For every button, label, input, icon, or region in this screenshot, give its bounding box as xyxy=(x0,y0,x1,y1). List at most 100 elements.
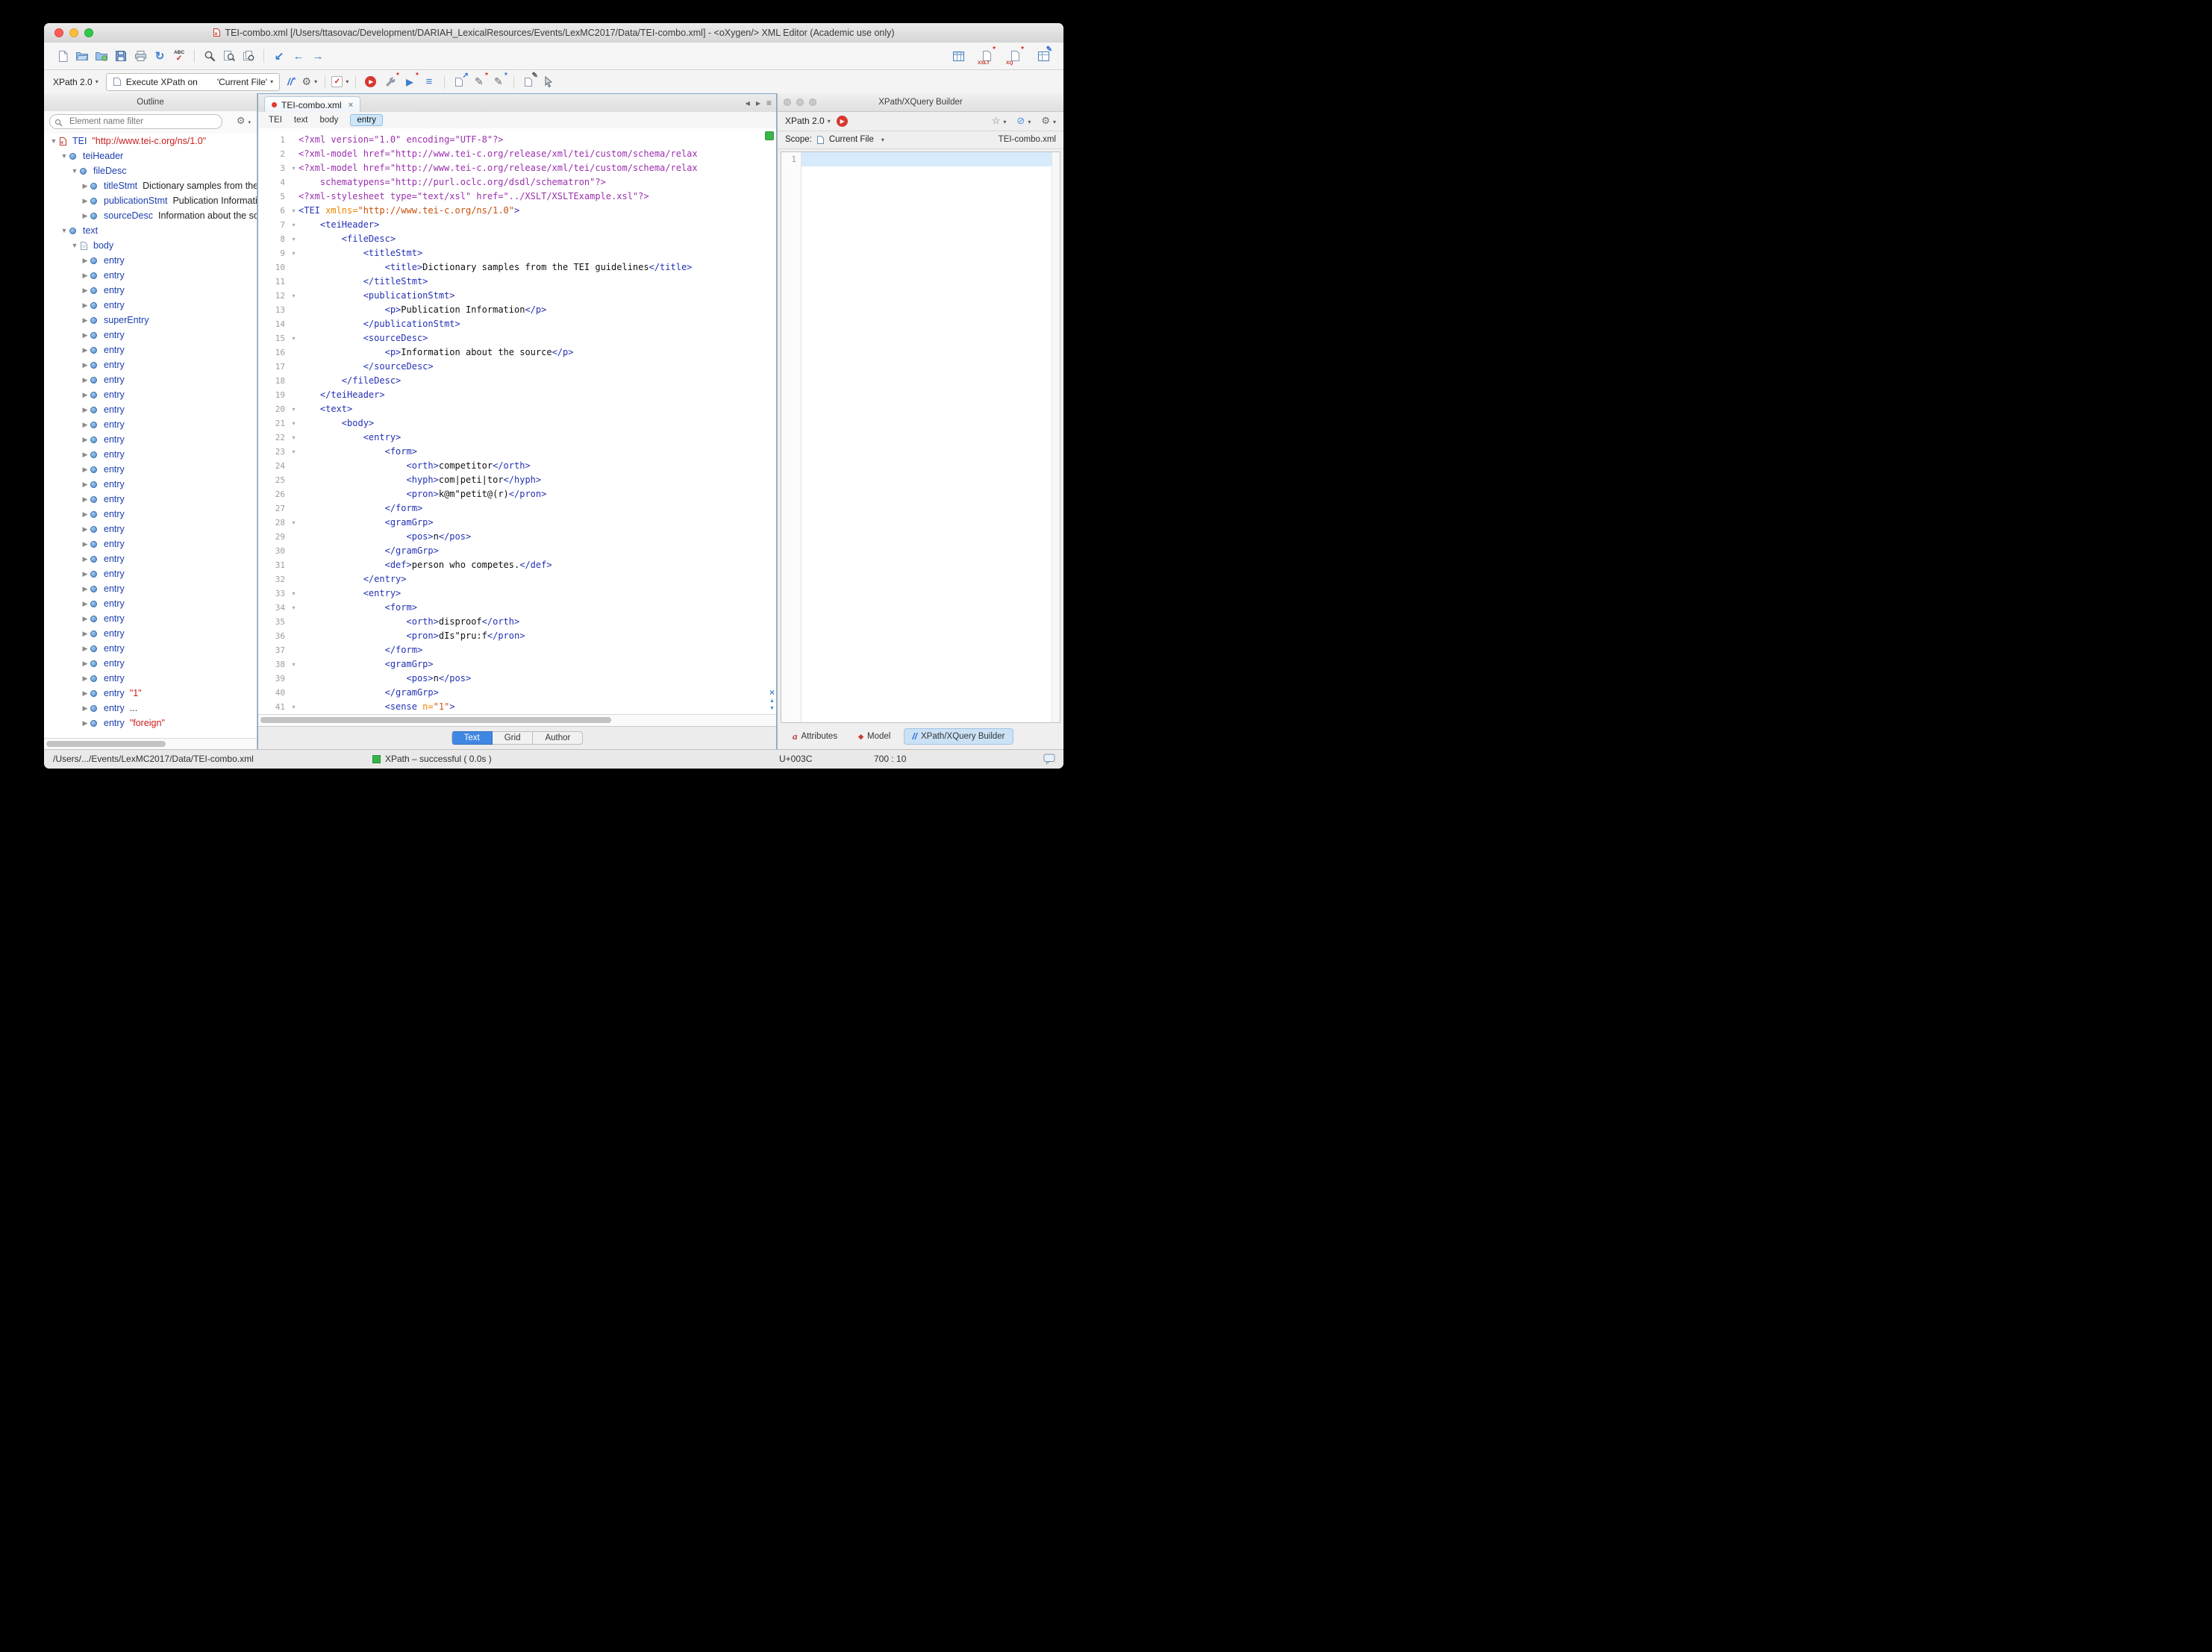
code-line[interactable]: 7▾ <teiHeader> xyxy=(258,218,776,232)
disclosure-closed-icon[interactable]: ▶ xyxy=(80,391,90,399)
outline-item-entry[interactable]: ▶entry xyxy=(44,328,257,342)
navigate-back-button[interactable]: ← xyxy=(289,47,308,65)
feedback-chat-icon[interactable] xyxy=(1043,754,1056,767)
fold-toggle-icon[interactable]: ▾ xyxy=(289,204,299,218)
disclosure-closed-icon[interactable]: ▶ xyxy=(80,182,90,190)
outline-item-entry[interactable]: ▶entry xyxy=(44,581,257,596)
disclosure-open-icon[interactable]: ▼ xyxy=(59,227,69,234)
outline-item-entry[interactable]: ▶entry xyxy=(44,641,257,656)
pointer-tool-button[interactable] xyxy=(539,73,558,91)
disclosure-closed-icon[interactable]: ▶ xyxy=(80,436,90,444)
code-line[interactable]: 33▾ <entry> xyxy=(258,586,776,601)
outline-item-superEntry[interactable]: ▶superEntry xyxy=(44,313,257,328)
spell-check-button[interactable]: ABC✓ xyxy=(169,47,189,65)
breadcrumb-item-entry[interactable]: entry xyxy=(350,114,383,126)
disclosure-closed-icon[interactable]: ▶ xyxy=(80,615,90,623)
scroll-up-icon[interactable]: ▲ xyxy=(769,698,775,704)
code-line[interactable]: 4 schematypens="http://purl.oclc.org/dsd… xyxy=(258,175,776,190)
builder-settings-icon[interactable]: ⚙▾ xyxy=(1041,115,1056,127)
scrollbar-thumb[interactable] xyxy=(46,741,166,747)
code-line[interactable]: 21▾ <body> xyxy=(258,416,776,431)
validate-button[interactable]: ✓▾ xyxy=(331,73,350,91)
save-button[interactable] xyxy=(111,47,131,65)
code-line[interactable]: 23▾ <form> xyxy=(258,445,776,459)
outline-item-entry[interactable]: ▶entry xyxy=(44,432,257,447)
code-line[interactable]: 2<?xml-model href="http://www.tei-c.org/… xyxy=(258,147,776,161)
outline-item-entry[interactable]: ▶entry xyxy=(44,298,257,313)
panel-minimize-icon[interactable] xyxy=(796,98,804,106)
navigate-forward-button[interactable]: → xyxy=(308,47,328,65)
code-line[interactable]: 8▾ <fileDesc> xyxy=(258,232,776,246)
reload-button[interactable]: ↻ xyxy=(150,47,169,65)
transform-settings-button[interactable]: ✎ xyxy=(1034,47,1053,65)
code-line[interactable]: 1<?xml version="1.0" encoding="UTF-8"?> xyxy=(258,133,776,147)
edit-document-button[interactable]: ✎ xyxy=(519,73,539,91)
xpath-settings-button[interactable]: ⚙▾ xyxy=(300,73,319,91)
disclosure-closed-icon[interactable]: ▶ xyxy=(80,451,90,459)
disclosure-closed-icon[interactable]: ▶ xyxy=(80,197,90,205)
configure-transformation-button[interactable]: * xyxy=(381,73,400,91)
code-line[interactable]: 10 <title>Dictionary samples from the TE… xyxy=(258,260,776,275)
code-line[interactable]: 13 <p>Publication Information</p> xyxy=(258,303,776,317)
code-line[interactable]: 19 </teiHeader> xyxy=(258,388,776,402)
fold-toggle-icon[interactable]: ▾ xyxy=(289,416,299,431)
fold-toggle-icon[interactable]: ▾ xyxy=(289,431,299,445)
outline-item-entry[interactable]: ▶entry xyxy=(44,507,257,522)
highlight-pen-blue-button[interactable]: ✎* xyxy=(489,73,508,91)
find-replace-button[interactable] xyxy=(219,47,239,65)
disclosure-closed-icon[interactable]: ▶ xyxy=(80,660,90,668)
fold-toggle-icon[interactable]: ▾ xyxy=(289,289,299,303)
format-indent-button[interactable]: ≡ xyxy=(419,73,439,91)
outline-item-text[interactable]: ▼text xyxy=(44,223,257,238)
outline-item-titleStmt[interactable]: ▶titleStmtDictionary samples from the TE… xyxy=(44,178,257,193)
code-line[interactable]: 41▾ <sense n="1"> xyxy=(258,700,776,714)
data-source-explorer-button[interactable] xyxy=(949,47,968,65)
execute-xpath-button[interactable]: ▶ xyxy=(837,116,848,127)
code-line[interactable]: 34▾ <form> xyxy=(258,601,776,615)
new-document-button[interactable] xyxy=(53,47,72,65)
outline-item-entry[interactable]: ▶entry xyxy=(44,357,257,372)
outline-item-entry[interactable]: ▶entry xyxy=(44,492,257,507)
fold-toggle-icon[interactable]: ▾ xyxy=(289,232,299,246)
disclosure-closed-icon[interactable]: ▶ xyxy=(80,585,90,593)
outline-settings-button[interactable]: ⚙▾ xyxy=(237,115,251,127)
disclosure-closed-icon[interactable]: ▶ xyxy=(80,301,90,310)
code-line[interactable]: 29 <pos>n</pos> xyxy=(258,530,776,544)
disclosure-closed-icon[interactable]: ▶ xyxy=(80,376,90,384)
open-folder-button[interactable] xyxy=(72,47,92,65)
apply-transformation-button[interactable]: ▶* xyxy=(400,73,419,91)
disclosure-closed-icon[interactable]: ▶ xyxy=(80,406,90,414)
mode-tab-text[interactable]: Text xyxy=(452,731,493,745)
outline-item-entry[interactable]: ▶entry xyxy=(44,551,257,566)
code-line[interactable]: 5<?xml-stylesheet type="text/xsl" href="… xyxy=(258,190,776,204)
outline-item-entry[interactable]: ▶entry"1" xyxy=(44,686,257,701)
panel-tab-attributes[interactable]: aAttributes xyxy=(785,728,845,745)
code-line[interactable]: 27 </form> xyxy=(258,501,776,516)
mode-tab-grid[interactable]: Grid xyxy=(493,731,534,745)
outline-item-entry[interactable]: ▶entry xyxy=(44,566,257,581)
outline-item-entry[interactable]: ▶entry xyxy=(44,402,257,417)
outline-item-entry[interactable]: ▶entry xyxy=(44,283,257,298)
fold-toggle-icon[interactable]: ▾ xyxy=(289,402,299,416)
outline-item-entry[interactable]: ▶entry xyxy=(44,342,257,357)
panel-close-icon[interactable] xyxy=(784,98,791,106)
code-line[interactable]: 36 <pron>dIs"pru:f</pron> xyxy=(258,629,776,643)
code-editor[interactable]: 1<?xml version="1.0" encoding="UTF-8"?>2… xyxy=(258,128,776,715)
chevron-down-icon[interactable]: ▾ xyxy=(881,137,884,143)
xpath-expression-editor[interactable]: 1 xyxy=(781,151,1060,723)
outline-item-entry[interactable]: ▶entry... xyxy=(44,701,257,716)
open-url-button[interactable] xyxy=(92,47,111,65)
panel-tab-xpath-xquery-builder[interactable]: //XPath/XQuery Builder xyxy=(904,728,1013,745)
disclosure-closed-icon[interactable]: ▶ xyxy=(80,525,90,534)
disclosure-open-icon[interactable]: ▼ xyxy=(69,242,80,249)
outline-item-entry[interactable]: ▶entry xyxy=(44,626,257,641)
code-line[interactable]: 31 <def>person who competes.</def> xyxy=(258,558,776,572)
code-line[interactable]: 6▾<TEI xmlns="http://www.tei-c.org/ns/1.… xyxy=(258,204,776,218)
disclosure-closed-icon[interactable]: ▶ xyxy=(80,212,90,220)
code-line[interactable]: 9▾ <titleStmt> xyxy=(258,246,776,260)
disclosure-closed-icon[interactable]: ▶ xyxy=(80,510,90,519)
fold-toggle-icon[interactable]: ▾ xyxy=(289,161,299,175)
scope-select[interactable]: Current File xyxy=(829,135,874,144)
debug-run-button[interactable]: ▶ xyxy=(361,73,381,91)
outline-item-teiHeader[interactable]: ▼teiHeader xyxy=(44,148,257,163)
